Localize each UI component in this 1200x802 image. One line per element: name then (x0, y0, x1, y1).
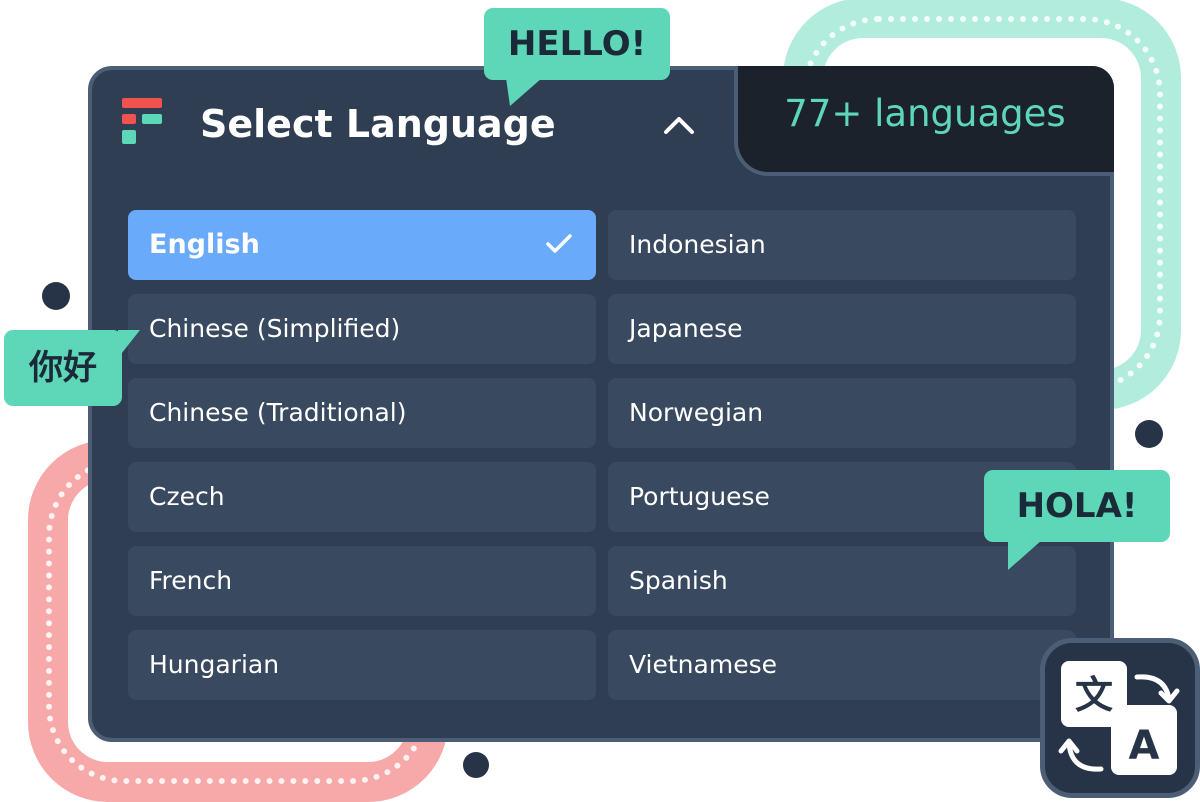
language-label: Japanese (629, 314, 743, 343)
nihao-speech-bubble: 你好 (4, 330, 122, 406)
hello-speech-bubble: HELLO! (484, 8, 670, 80)
decorative-dot (42, 282, 70, 310)
language-option-english[interactable]: English (128, 210, 596, 280)
bubble-tail (1008, 540, 1042, 570)
language-option-spanish[interactable]: Spanish (608, 546, 1076, 616)
translate-glyph-icon: 文 A (1058, 661, 1180, 775)
language-label: Vietnamese (629, 650, 777, 679)
language-label: Portuguese (629, 482, 770, 511)
language-label: Spanish (629, 566, 728, 595)
language-label: Indonesian (629, 230, 766, 259)
bubble-tail (118, 330, 140, 358)
language-option-japanese[interactable]: Japanese (608, 294, 1076, 364)
translate-glyph-target: A (1129, 723, 1160, 769)
language-option-vietnamese[interactable]: Vietnamese (608, 630, 1076, 700)
decorative-dot (463, 752, 489, 778)
bubble-text: 你好 (29, 348, 97, 388)
languages-count-label: 77+ languages (784, 92, 1066, 135)
language-label: Norwegian (629, 398, 764, 427)
language-option-hungarian[interactable]: Hungarian (128, 630, 596, 700)
language-option-french[interactable]: French (128, 546, 596, 616)
bubble-text: HOLA! (1016, 486, 1138, 526)
translate-icon: 文 A (1040, 638, 1200, 798)
hola-speech-bubble: HOLA! (984, 470, 1170, 542)
language-label: Chinese (Simplified) (149, 314, 401, 343)
decorative-dot (1135, 420, 1163, 448)
page-title: Select Language (200, 102, 556, 146)
bubble-text: HELLO! (507, 24, 647, 64)
language-label: Czech (149, 482, 225, 511)
language-label: Chinese (Traditional) (149, 398, 407, 427)
chevron-up-icon[interactable] (662, 112, 696, 136)
brand-logo-icon (122, 98, 164, 152)
language-option-chinese-traditional[interactable]: Chinese (Traditional) (128, 378, 596, 448)
check-icon (546, 234, 572, 253)
language-option-indonesian[interactable]: Indonesian (608, 210, 1076, 280)
language-option-chinese-simplified[interactable]: Chinese (Simplified) (128, 294, 596, 364)
bubble-tail (506, 78, 542, 106)
language-label: English (149, 229, 260, 260)
translate-glyph-source: 文 (1075, 673, 1113, 717)
language-option-czech[interactable]: Czech (128, 462, 596, 532)
language-label: French (149, 566, 233, 595)
language-option-norwegian[interactable]: Norwegian (608, 378, 1076, 448)
language-label: Hungarian (149, 650, 280, 679)
